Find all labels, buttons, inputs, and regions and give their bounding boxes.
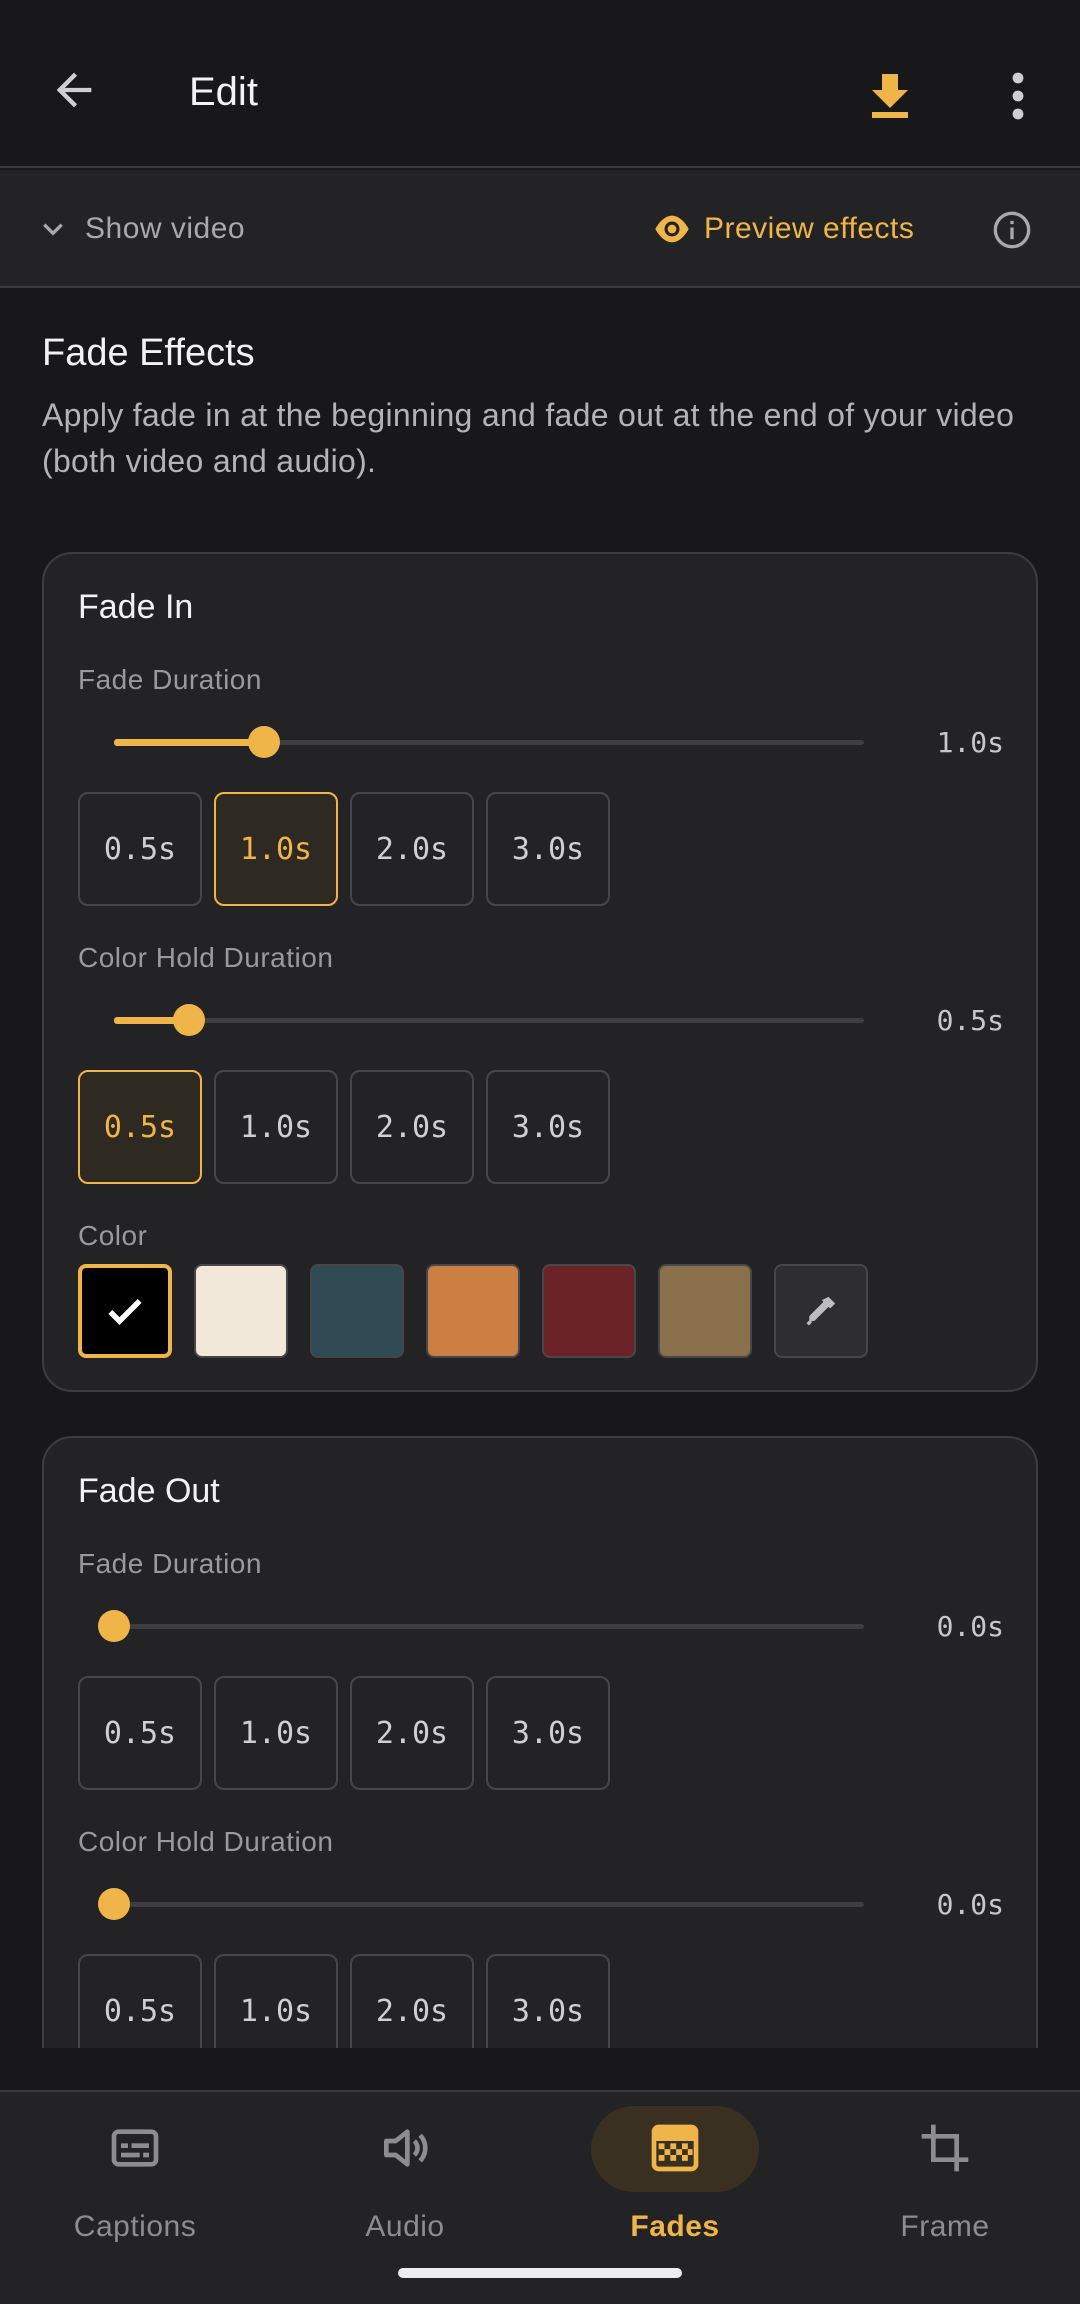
fade-out-hold-presets: 0.5s 1.0s 2.0s 3.0s <box>78 1954 610 2048</box>
nav-captions[interactable]: Captions <box>0 2092 270 2272</box>
slider-thumb[interactable] <box>248 726 280 758</box>
fade-duration-label: Fade Duration <box>78 1548 262 1579</box>
color-swatch[interactable] <box>426 1264 520 1358</box>
color-hold-duration-label: Color Hold Duration <box>78 1826 334 1857</box>
show-video-toggle[interactable]: Show video <box>85 212 245 246</box>
fade-in-duration-presets: 0.5s 1.0s 2.0s 3.0s <box>78 792 610 906</box>
color-label: Color <box>78 1220 148 1251</box>
fade-out-duration-chip[interactable]: 3.0s <box>486 1676 610 1790</box>
volume-icon <box>384 2129 428 2167</box>
fade-in-duration-slider[interactable] <box>114 722 864 762</box>
nav-label: Audio <box>365 2210 445 2243</box>
crop-icon <box>921 2124 969 2172</box>
fade-out-duration-chip[interactable]: 1.0s <box>214 1676 338 1790</box>
download-icon[interactable] <box>870 70 910 118</box>
check-icon <box>108 1298 142 1325</box>
fade-in-duration-chip[interactable]: 2.0s <box>350 792 474 906</box>
captions-icon <box>111 2129 159 2167</box>
fade-in-hold-slider[interactable] <box>114 1000 864 1040</box>
eye-icon[interactable] <box>652 212 692 246</box>
fade-color-swatches <box>78 1264 868 1358</box>
fade-in-hold-chip[interactable]: 0.5s <box>78 1070 202 1184</box>
nav-label: Fades <box>630 2210 720 2243</box>
fade-in-duration-chip[interactable]: 0.5s <box>78 792 202 906</box>
section-description: Apply fade in at the beginning and fade … <box>42 397 1015 479</box>
chevron-down-icon[interactable] <box>40 216 66 242</box>
fade-duration-label: Fade Duration <box>78 664 262 695</box>
fade-out-card: Fade Out Fade Duration 0.0s 0.5s 1.0s 2.0s… <box>42 1436 1038 2048</box>
fade-out-duration-presets: 0.5s 1.0s 2.0s 3.0s <box>78 1676 610 1790</box>
eyedropper-icon <box>806 1296 836 1326</box>
nav-audio[interactable]: Audio <box>270 2092 540 2272</box>
fade-in-hold-value: 0.5s <box>936 1004 1004 1037</box>
section-title: Fade Effects <box>42 332 255 374</box>
fade-out-duration-chip[interactable]: 2.0s <box>350 1676 474 1790</box>
fade-in-duration-chip[interactable]: 3.0s <box>486 792 610 906</box>
nav-label: Frame <box>900 2210 990 2243</box>
fade-in-duration-value: 1.0s <box>936 726 1004 759</box>
slider-thumb[interactable] <box>173 1004 205 1036</box>
home-indicator[interactable] <box>398 2268 682 2278</box>
slider-thumb[interactable] <box>98 1888 130 1920</box>
video-preview-bar: Show video Preview effects <box>0 170 1080 288</box>
fade-out-hold-chip[interactable]: 3.0s <box>486 1954 610 2048</box>
nav-fades[interactable]: Fades <box>540 2092 810 2272</box>
fade-out-title: Fade Out <box>78 1472 220 1510</box>
preview-effects-button[interactable]: Preview effects <box>704 212 914 246</box>
fade-in-duration-chip[interactable]: 1.0s <box>214 792 338 906</box>
color-hold-duration-label: Color Hold Duration <box>78 942 334 973</box>
back-arrow-icon[interactable] <box>48 64 100 116</box>
gradient-icon <box>651 2124 699 2172</box>
fade-in-card: Fade In Fade Duration 1.0s 0.5s 1.0s 2.0s 3… <box>42 552 1038 1392</box>
slider-thumb[interactable] <box>98 1610 130 1642</box>
color-swatch[interactable] <box>542 1264 636 1358</box>
fade-out-hold-chip[interactable]: 2.0s <box>350 1954 474 2048</box>
color-swatch[interactable] <box>658 1264 752 1358</box>
fade-out-duration-slider[interactable] <box>98 1606 864 1646</box>
fade-out-hold-chip[interactable]: 1.0s <box>214 1954 338 2048</box>
fade-in-hold-chip[interactable]: 2.0s <box>350 1070 474 1184</box>
fade-out-hold-value: 0.0s <box>936 1888 1004 1921</box>
more-options-icon[interactable] <box>1000 72 1036 120</box>
info-icon[interactable] <box>992 210 1032 250</box>
color-swatch[interactable] <box>310 1264 404 1358</box>
color-swatch[interactable] <box>78 1264 172 1358</box>
fade-effects-content[interactable]: Fade Effects Apply fade in at the beginn… <box>0 290 1080 2048</box>
fade-out-duration-value: 0.0s <box>936 1610 1004 1643</box>
page-title: Edit <box>189 70 258 114</box>
fade-out-hold-slider[interactable] <box>98 1884 864 1924</box>
fade-in-hold-presets: 0.5s 1.0s 2.0s 3.0s <box>78 1070 610 1184</box>
color-picker-button[interactable] <box>774 1264 868 1358</box>
fade-in-hold-chip[interactable]: 3.0s <box>486 1070 610 1184</box>
fade-in-hold-chip[interactable]: 1.0s <box>214 1070 338 1184</box>
nav-frame[interactable]: Frame <box>810 2092 1080 2272</box>
top-app-bar: Edit <box>0 0 1080 168</box>
color-swatch[interactable] <box>194 1264 288 1358</box>
fade-in-title: Fade In <box>78 588 194 626</box>
fade-out-duration-chip[interactable]: 0.5s <box>78 1676 202 1790</box>
nav-label: Captions <box>73 2210 197 2243</box>
fade-out-hold-chip[interactable]: 0.5s <box>78 1954 202 2048</box>
